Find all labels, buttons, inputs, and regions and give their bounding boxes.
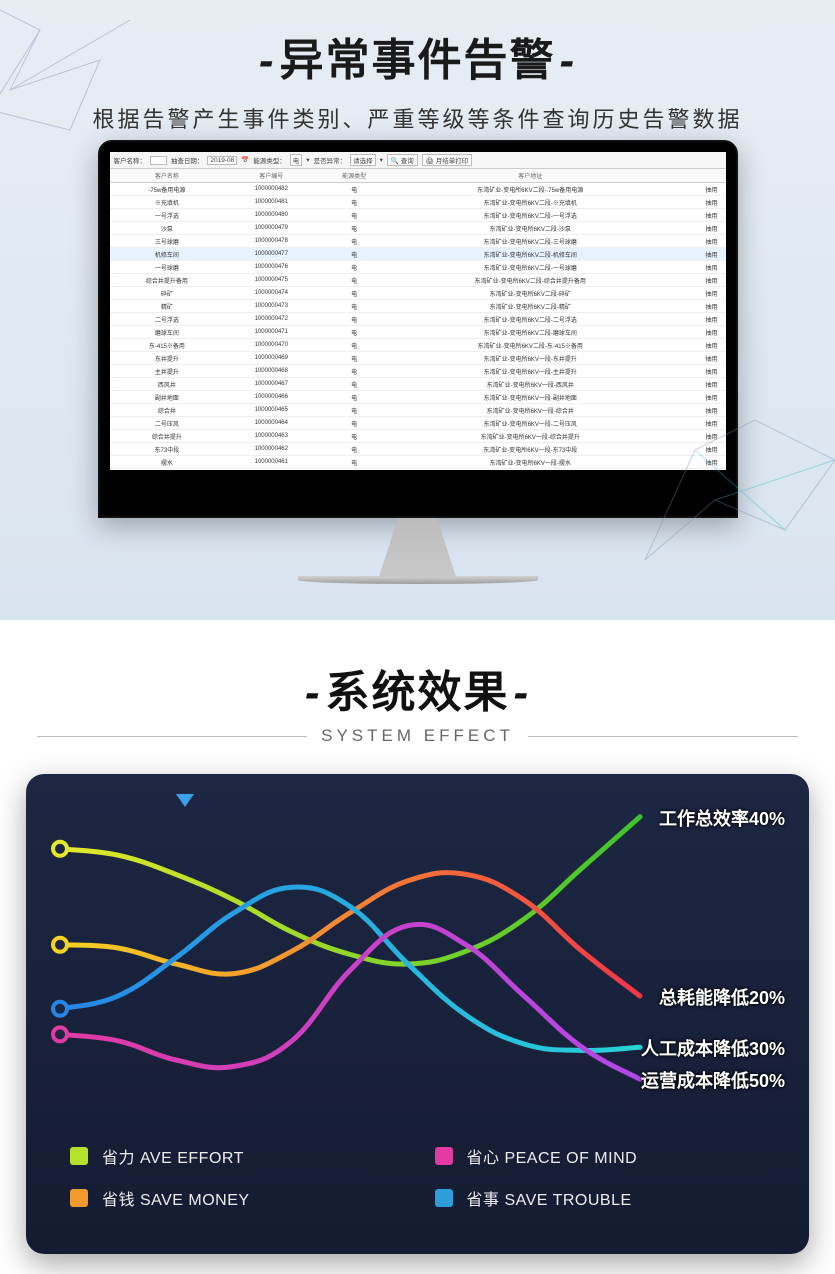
- legend-swatch: [70, 1147, 88, 1165]
- energy-select[interactable]: 电: [290, 154, 303, 166]
- table-row[interactable]: 精矿1000000473电东湾矿业-变电所6KV二段-精矿抽用: [110, 300, 726, 313]
- section2-subtitle-en: SYSTEM EFFECT: [321, 726, 514, 746]
- series-end-label: 运营成本降低50%: [641, 1067, 785, 1093]
- table-row[interactable]: 碎矿1000000474电东湾矿业-变电所6KV二段-碎矿抽用: [110, 287, 726, 300]
- series-start-marker: [53, 1002, 67, 1016]
- alarm-section: -异常事件告警- 根据告警产生事件类别、严重等级等条件查询历史告警数据 客户名称…: [0, 0, 835, 620]
- column-header[interactable]: 客户编号: [224, 169, 318, 183]
- table-row[interactable]: 东-415※备用1000000470电东湾矿业-变电所6KV二段-东-415※备…: [110, 339, 726, 352]
- chart-series-line: [60, 817, 640, 964]
- table-row[interactable]: 二号浮选1000000472电东湾矿业-变电所6KV二段-二号浮选抽用: [110, 313, 726, 326]
- legend-label: 省事 SAVE TROUBLE: [467, 1186, 632, 1210]
- table-row[interactable]: 综合井提升备用1000000475电东湾矿业-变电所6KV二段-综合井提升备用抽…: [110, 274, 726, 287]
- customer-input[interactable]: [150, 156, 167, 165]
- app-screenshot: 客户名称： 抽查日期：2019-08 📅 能源类型：电▾ 是否异常：请选择▾ 🔍…: [110, 152, 726, 470]
- table-row[interactable]: ※充填机1000000481电东湾矿业-变电所6KV二段-※充填机抽用: [110, 196, 726, 209]
- decorative-mesh-right: [635, 380, 835, 580]
- table-row[interactable]: 东73中段1000000462电东湾矿业-变电所6KV一段-东73中段抽用: [110, 443, 726, 456]
- legend-label: 省钱 SAVE MONEY: [102, 1186, 250, 1210]
- legend-item: 省事 SAVE TROUBLE: [435, 1186, 800, 1210]
- table-row[interactable]: 一号浮选1000000480电东湾矿业-变电所6KV二段-一号浮选抽用: [110, 209, 726, 222]
- column-header[interactable]: [670, 169, 725, 183]
- series-start-marker: [53, 1027, 67, 1041]
- table-row[interactable]: 一号球磨1000000476电东湾矿业-变电所6KV二段-一号球磨抽用: [110, 261, 726, 274]
- label-anomaly: 是否异常：: [314, 155, 347, 165]
- system-effect-chart: 工作总效率40% 总耗能降低20% 人工成本降低30% 运营成本降低50% 省力 AV…: [26, 774, 809, 1254]
- table-row[interactable]: 沙泵1000000479电东湾矿业-变电所6KV二段-沙泵抽用: [110, 222, 726, 235]
- legend-label: 省心 PEACE OF MIND: [467, 1144, 638, 1168]
- series-start-marker: [53, 938, 67, 952]
- table-row[interactable]: 摆水1000000461电东湾矿业-变电所6KV一段-摆水抽用: [110, 456, 726, 469]
- date-input[interactable]: 2019-08: [207, 156, 237, 165]
- print-button[interactable]: 🖨 月结单打印: [422, 154, 473, 166]
- anomaly-select[interactable]: 请选择: [350, 154, 376, 166]
- system-effect-section: -系统效果- SYSTEM EFFECT 工作总效率40% 总耗能降低20% 人工成…: [0, 620, 835, 1254]
- legend-item: 省力 AVE EFFORT: [70, 1144, 435, 1168]
- filter-toolbar: 客户名称： 抽查日期：2019-08 📅 能源类型：电▾ 是否异常：请选择▾ 🔍…: [110, 152, 726, 169]
- legend-swatch: [435, 1189, 453, 1207]
- query-button[interactable]: 🔍 查询: [387, 154, 418, 166]
- section2-title: -系统效果-: [0, 656, 835, 720]
- table-row[interactable]: -75w备用电源1000000482电东湾矿业-变电所6KV二段-.75w备用电…: [110, 183, 726, 196]
- table-row[interactable]: 西风井1000000467电东湾矿业-变电所6KV一段-西风井抽用: [110, 378, 726, 391]
- decorative-mesh-left: [0, 0, 160, 150]
- series-end-label: 人工成本降低30%: [641, 1035, 785, 1061]
- legend-item: 省心 PEACE OF MIND: [435, 1144, 800, 1168]
- legend-swatch: [435, 1147, 453, 1165]
- legend-item: 省钱 SAVE MONEY: [70, 1186, 435, 1210]
- divider-left: [37, 736, 307, 737]
- label-customer: 客户名称：: [114, 155, 147, 165]
- series-end-label: 工作总效率40%: [659, 805, 785, 831]
- column-header[interactable]: 客户名称: [110, 169, 225, 183]
- column-header[interactable]: 能源类型: [318, 169, 390, 183]
- chart-legend: 省力 AVE EFFORT 省心 PEACE OF MIND 省钱 SAVE MON…: [50, 1144, 799, 1210]
- series-start-marker: [53, 842, 67, 856]
- column-header[interactable]: 客户地址: [390, 169, 670, 183]
- legend-label: 省力 AVE EFFORT: [102, 1144, 244, 1168]
- table-row[interactable]: 主井提升1000000468电东湾矿业-变电所6KV一段-主井提升抽用: [110, 365, 726, 378]
- legend-swatch: [70, 1189, 88, 1207]
- table-row[interactable]: 机修车间1000000477电东湾矿业-变电所6KV二段-机修车间抽用: [110, 248, 726, 261]
- label-date: 抽查日期：: [171, 155, 204, 165]
- table-row[interactable]: 综合井提升1000000463电东湾矿业-变电所6KV一段-综合井提升抽用: [110, 430, 726, 443]
- series-end-label: 总耗能降低20%: [659, 984, 785, 1010]
- table-row[interactable]: 磨球车间1000000471电东湾矿业-变电所6KV二段-磨球车间抽用: [110, 326, 726, 339]
- data-table: 客户名称客户编号能源类型客户地址 -75w备用电源1000000482电东湾矿业…: [110, 169, 726, 469]
- table-row[interactable]: 三号球磨1000000478电东湾矿业-变电所6KV二段-三号球磨抽用: [110, 235, 726, 248]
- table-row[interactable]: 东井提升1000000469电东湾矿业-变电所6KV一段-东井提升抽用: [110, 352, 726, 365]
- label-energy: 能源类型：: [253, 155, 286, 165]
- chart-series-line: [60, 924, 640, 1079]
- table-row[interactable]: 综合井1000000465电东湾矿业-变电所6KV一段-综合井抽用: [110, 404, 726, 417]
- table-row[interactable]: 二号压风1000000464电东湾矿业-变电所6KV一段-二号压风抽用: [110, 417, 726, 430]
- divider-right: [528, 736, 798, 737]
- table-row[interactable]: 副井地面1000000466电东湾矿业-变电所6KV一段-副井地面抽用: [110, 391, 726, 404]
